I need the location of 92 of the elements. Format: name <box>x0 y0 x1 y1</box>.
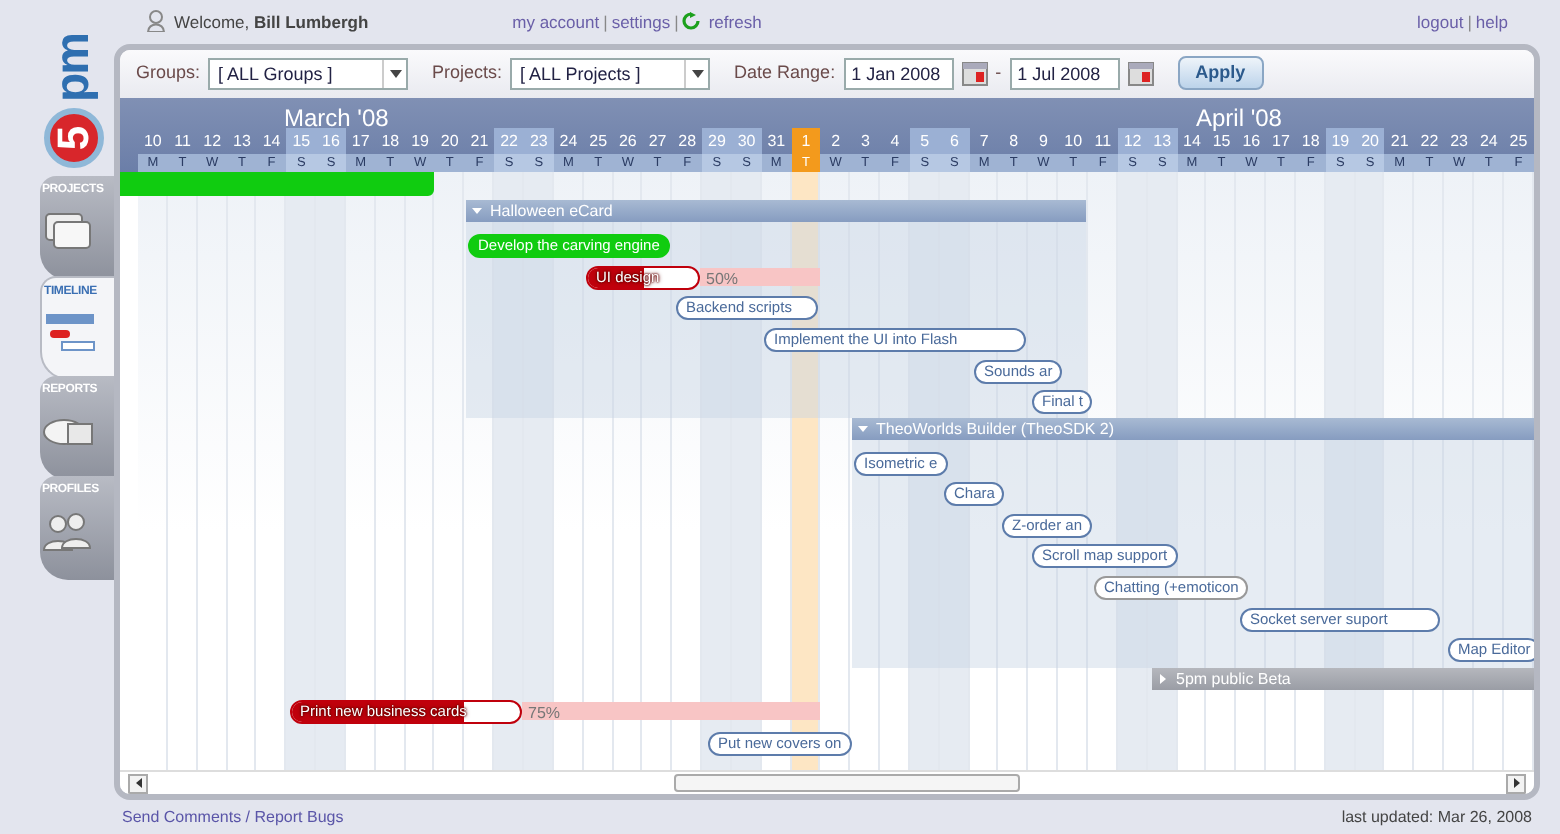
expanded-triangle-icon <box>472 205 482 216</box>
caret-icon <box>691 69 704 78</box>
field-label: Projects: <box>432 60 503 87</box>
apply-button[interactable]: Apply <box>1177 56 1264 91</box>
day-number: 29 <box>702 127 732 154</box>
day-number: 9 <box>1037 129 1050 154</box>
day-number: 14 <box>260 129 283 154</box>
day-number: 18 <box>1299 129 1322 154</box>
day-number: 23 <box>1448 129 1470 154</box>
group-header[interactable]: TheoWorlds Builder (TheoSDK 2) <box>852 417 1534 440</box>
calendar-icon[interactable] <box>961 61 988 86</box>
timeline-bars-icon <box>44 310 96 354</box>
scroll-thumb[interactable] <box>674 774 1020 793</box>
nav-link[interactable]: logout <box>1417 9 1464 35</box>
day-number: 15 <box>1210 131 1233 154</box>
separator-text: | <box>1467 9 1472 35</box>
day-number: 13 <box>1147 127 1178 154</box>
nav-link[interactable]: settings <box>611 9 671 35</box>
day-number: 12 <box>201 129 224 154</box>
date-field[interactable]: 1 Jan 2008 <box>843 57 954 90</box>
day-number: 17 <box>1270 129 1292 154</box>
day-number: 11 <box>1092 129 1114 154</box>
day-number: 15 <box>286 127 317 154</box>
logo-text: pm <box>49 34 97 102</box>
nav-link[interactable]: help <box>1475 9 1508 35</box>
last-updated-text: last updated: Mar 26, 2008 <box>1341 805 1532 830</box>
day-number: 19 <box>1325 127 1356 154</box>
calendar-icon[interactable] <box>1127 61 1154 86</box>
range-separator: - <box>995 60 1002 87</box>
percent-text: 50% <box>706 267 739 292</box>
day-number: 10 <box>141 129 164 154</box>
day-number: 14 <box>1181 131 1203 154</box>
day-number: 25 <box>1507 129 1530 154</box>
projects-select[interactable]: [ ALL Projects ] <box>510 57 711 90</box>
day-number: 2 <box>829 129 843 154</box>
month-label: April '08 <box>1196 101 1282 135</box>
day-number: 11 <box>172 129 193 154</box>
day-number: 27 <box>646 129 669 154</box>
day-number: 16 <box>1240 131 1263 154</box>
left-arrow-icon <box>135 778 141 789</box>
percent-text: 75% <box>528 701 561 726</box>
separator-text: | <box>674 9 679 35</box>
day-number: 17 <box>349 129 372 154</box>
day-number: 22 <box>1418 129 1441 154</box>
collapsed-triangle-icon <box>1158 673 1168 684</box>
folders-icon <box>42 208 94 252</box>
day-number: 26 <box>616 129 639 154</box>
scroll-left-button[interactable] <box>128 773 148 794</box>
separator-text: | <box>603 9 608 35</box>
day-number: 12 <box>1117 127 1148 154</box>
day-number: 20 <box>438 129 461 154</box>
day-number: 20 <box>1355 127 1385 154</box>
user-icon <box>146 10 166 33</box>
day-number: 21 <box>468 129 491 154</box>
day-number: 19 <box>409 129 431 154</box>
day-number: 23 <box>523 127 554 154</box>
feedback-link[interactable]: Send Comments / Report Bugs <box>122 805 344 830</box>
day-number: 16 <box>316 127 346 154</box>
day-number: 24 <box>1477 129 1500 154</box>
day-number: 28 <box>676 129 699 154</box>
people-icon <box>42 508 94 552</box>
day-number: 30 <box>731 127 762 154</box>
day-number: 24 <box>557 129 580 154</box>
expanded-triangle-icon <box>858 423 868 434</box>
day-number: 22 <box>494 127 524 154</box>
welcome-text: Welcome, Bill Lumbergh <box>174 9 369 35</box>
day-number: 10 <box>1062 129 1085 154</box>
group-header[interactable]: Halloween eCard <box>466 199 1086 222</box>
day-number: 6 <box>939 127 970 154</box>
day-number: 4 <box>888 129 902 154</box>
day-number: 21 <box>1388 129 1411 154</box>
group-header[interactable]: 5pm public Beta <box>1152 667 1534 690</box>
date-field[interactable]: 1 Jul 2008 <box>1009 57 1120 90</box>
field-label: Date Range: <box>734 60 836 87</box>
groups-select[interactable]: [ ALL Groups ] <box>208 57 409 90</box>
day-number: 7 <box>977 129 991 154</box>
logo-badge: 5 <box>43 108 103 168</box>
refresh-icon <box>682 12 701 31</box>
right-arrow-icon <box>1513 778 1519 789</box>
field-label: Groups: <box>136 60 201 87</box>
nav-link[interactable]: my account <box>512 9 600 35</box>
day-number: 5 <box>909 127 940 154</box>
day-number: 18 <box>379 129 402 154</box>
caret-icon <box>389 69 402 78</box>
day-number: 8 <box>1007 129 1021 154</box>
day-number: 3 <box>858 129 872 154</box>
refresh-link[interactable]: refresh <box>708 9 762 35</box>
day-number: 31 <box>765 129 788 154</box>
day-number: 25 <box>587 129 610 154</box>
day-number: 13 <box>231 129 253 154</box>
day-number: 1 <box>791 127 821 154</box>
scroll-right-button[interactable] <box>1506 773 1526 794</box>
